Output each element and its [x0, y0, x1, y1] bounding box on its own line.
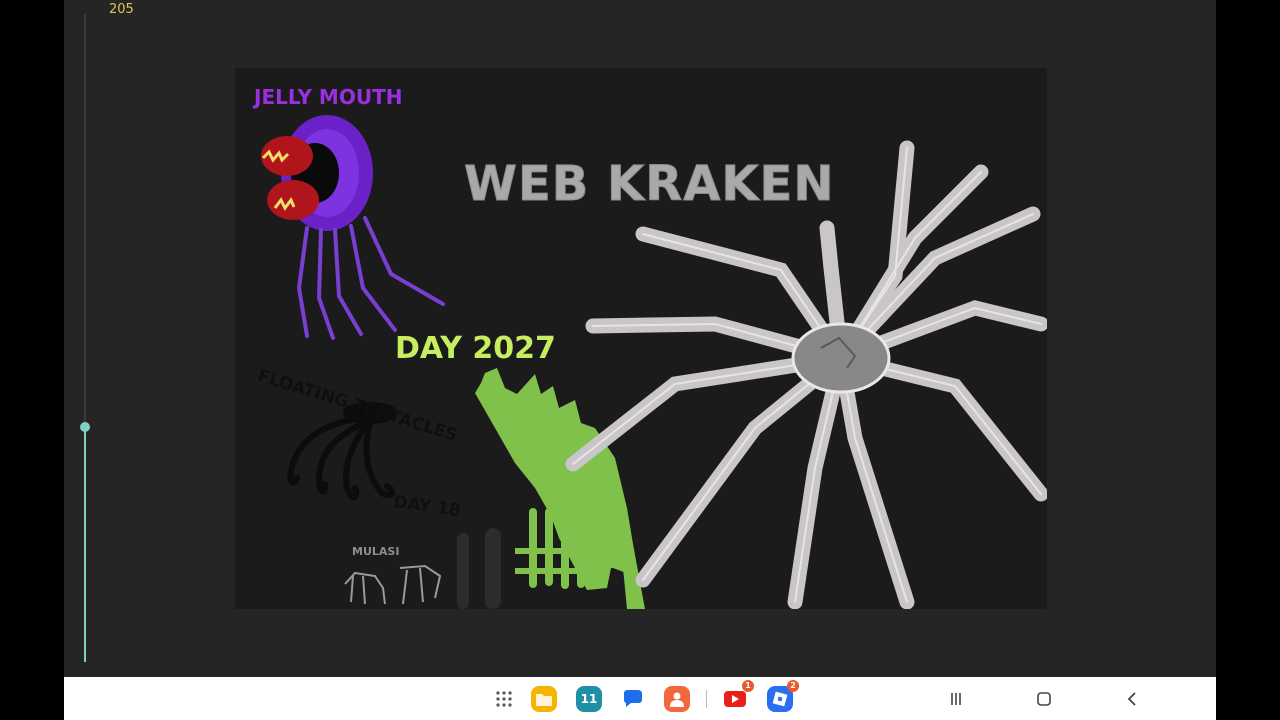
- brightness-slider-fill: [84, 427, 86, 662]
- files-icon[interactable]: [531, 686, 557, 712]
- taskbar-divider: [706, 690, 707, 708]
- back-icon[interactable]: [1119, 686, 1145, 712]
- messages-icon[interactable]: [620, 686, 646, 712]
- youtube-icon[interactable]: 1: [722, 680, 754, 712]
- brightness-slider-thumb[interactable]: [80, 422, 90, 432]
- youtube-badge: 1: [742, 680, 754, 692]
- contacts-icon[interactable]: [664, 686, 690, 712]
- calendar-icon[interactable]: 11: [576, 686, 602, 712]
- web-kraken-creature: [565, 140, 1047, 609]
- mulasi-label: MULASI: [352, 545, 400, 558]
- drawing-canvas: JELLY MOUTH WEB KRAKEN DAY 2027 FLOATING…: [235, 68, 1047, 609]
- jelly-mouth-label: JELLY MOUTH: [254, 85, 403, 109]
- mulasi-creature: [344, 564, 442, 605]
- shadow-pillars: [457, 528, 501, 609]
- android-taskbar: 11 1 2: [64, 677, 1216, 720]
- home-icon[interactable]: [1031, 686, 1057, 712]
- web-kraken-label: WEB KRAKEN: [464, 156, 835, 213]
- day-2027-label: DAY 2027: [395, 331, 556, 366]
- roblox-badge: 2: [787, 680, 799, 692]
- recents-icon[interactable]: [943, 686, 969, 712]
- apps-grid-icon[interactable]: [491, 686, 517, 712]
- roblox-icon[interactable]: 2: [767, 680, 799, 712]
- calendar-date: 11: [580, 692, 598, 706]
- artwork-illustration: [261, 115, 1047, 609]
- slider-value-label: 205: [109, 2, 134, 17]
- video-frame: 205 JELLY MOUTH WEB KRAKEN DAY 2027 FLOA…: [64, 0, 1216, 720]
- jelly-mouth-creature: [261, 115, 445, 340]
